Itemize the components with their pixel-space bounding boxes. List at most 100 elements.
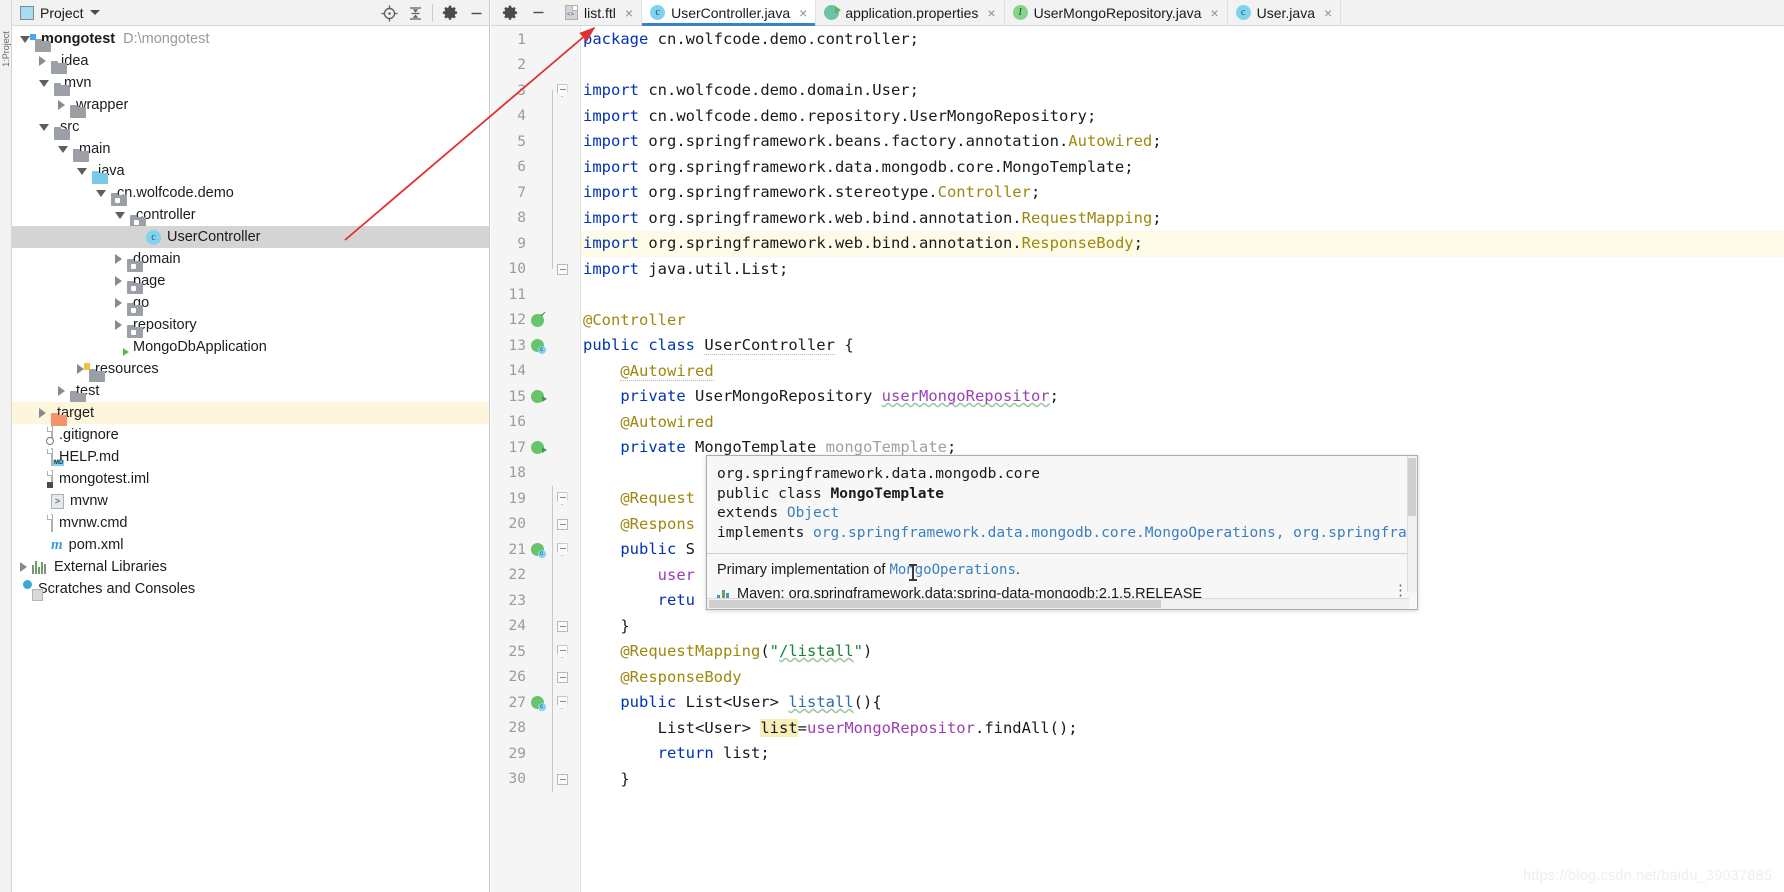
fold-region-start-icon[interactable] xyxy=(548,696,576,710)
gutter-line[interactable]: 13 xyxy=(490,333,580,359)
code-line-18[interactable] xyxy=(581,461,583,487)
gutter-line[interactable]: 28 xyxy=(490,716,580,742)
doc-vertical-scrollbar[interactable] xyxy=(1407,456,1417,592)
tree-item-test[interactable]: test xyxy=(12,380,489,402)
editor-tab-application-properties[interactable]: application.properties × xyxy=(816,0,1005,25)
gutter-line[interactable]: 14 xyxy=(490,359,580,385)
documentation-popup[interactable]: org.springframework.data.mongodb.core pu… xyxy=(706,455,1418,610)
editor-settings-gear-icon[interactable] xyxy=(497,0,523,26)
fold-region-end-icon[interactable] xyxy=(548,263,576,275)
tree-item-java[interactable]: java xyxy=(12,160,489,182)
doc-horizontal-scrollbar[interactable] xyxy=(707,598,1409,609)
code-line-12[interactable]: @Controller xyxy=(581,308,686,334)
code-line-25[interactable]: @RequestMapping("/listall") xyxy=(581,639,872,665)
code-line-21[interactable]: public S xyxy=(581,537,695,563)
code-line-8[interactable]: import org.springframework.web.bind.anno… xyxy=(581,206,1162,232)
gutter-line[interactable]: 17 xyxy=(490,435,580,461)
tree-item-controller[interactable]: controller xyxy=(12,204,489,226)
fold-region-start-icon[interactable] xyxy=(548,645,576,659)
spring-bean-check-icon[interactable] xyxy=(526,310,548,327)
editor-tab-usermongorepository-java[interactable]: I UserMongoRepository.java × xyxy=(1005,0,1228,25)
code-line-3[interactable]: import cn.wolfcode.demo.domain.User; xyxy=(581,78,919,104)
tree-item-scratches-and-consoles[interactable]: Scratches and Consoles xyxy=(12,578,489,601)
gutter-line[interactable]: 24 xyxy=(490,614,580,640)
gutter-line[interactable]: 22 xyxy=(490,563,580,589)
tree-twisty-open-icon[interactable] xyxy=(58,145,68,153)
tree-item-mongodbapplication[interactable]: MongoDbApplication xyxy=(12,336,489,358)
code-line-4[interactable]: import cn.wolfcode.demo.repository.UserM… xyxy=(581,104,1096,130)
tree-item-wrapper[interactable]: wrapper xyxy=(12,94,489,116)
tree-twisty-closed-icon[interactable] xyxy=(39,408,46,418)
gutter-line[interactable]: 26 xyxy=(490,665,580,691)
tree-twisty-closed-icon[interactable] xyxy=(20,562,27,572)
gutter-line[interactable]: 19 xyxy=(490,486,580,512)
tree-item--gitignore[interactable]: .gitignore xyxy=(12,424,489,446)
doc-vertical-scroll-thumb[interactable] xyxy=(1408,458,1416,516)
locate-icon[interactable] xyxy=(376,0,402,26)
gutter-line[interactable]: 27 xyxy=(490,690,580,716)
fold-region-end-icon[interactable] xyxy=(548,518,576,530)
code-line-29[interactable]: return list; xyxy=(581,741,770,767)
hide-panel-icon[interactable] xyxy=(463,0,489,26)
tree-twisty-closed-icon[interactable] xyxy=(115,320,122,330)
code-line-27[interactable]: public List<User> listall(){ xyxy=(581,690,881,716)
editor-tab-usercontroller-java[interactable]: c UserController.java × xyxy=(642,0,817,26)
tree-item-target[interactable]: target xyxy=(12,402,489,424)
tree-twisty-closed-icon[interactable] xyxy=(58,100,65,110)
gutter-line[interactable]: 10 xyxy=(490,257,580,283)
gutter-line[interactable]: 8 xyxy=(490,206,580,232)
tree-twisty-closed-icon[interactable] xyxy=(77,364,84,374)
tree-item-pom-xml[interactable]: m pom.xml xyxy=(12,534,489,556)
spring-bean-icon[interactable] xyxy=(526,543,548,559)
tree-twisty-open-icon[interactable] xyxy=(115,211,125,219)
tree-item-help-md[interactable]: MD HELP.md xyxy=(12,446,489,468)
gutter-line[interactable]: 25 xyxy=(490,639,580,665)
fold-region-start-icon[interactable] xyxy=(548,492,576,506)
editor-hide-panel-icon[interactable] xyxy=(525,0,551,26)
tree-twisty-closed-icon[interactable] xyxy=(115,298,122,308)
gutter-line[interactable]: 21 xyxy=(490,537,580,563)
settings-gear-icon[interactable] xyxy=(437,0,463,26)
code-line-1[interactable]: package cn.wolfcode.demo.controller; xyxy=(581,27,919,53)
tree-item-qo[interactable]: qo xyxy=(12,292,489,314)
editor-tab-list-ftl[interactable]: <> list.ftl × xyxy=(557,0,643,25)
code-line-11[interactable] xyxy=(581,282,583,308)
gutter-line[interactable]: 29 xyxy=(490,741,580,767)
tool-strip-project-label[interactable]: 1:Project xyxy=(1,29,11,69)
code-line-23[interactable]: retu xyxy=(581,588,695,614)
code-line-30[interactable]: } xyxy=(581,767,629,793)
code-line-16[interactable]: @Autowired xyxy=(581,410,713,436)
tree-item-src[interactable]: src xyxy=(12,116,489,138)
gutter-line[interactable]: 15 xyxy=(490,384,580,410)
tree-twisty-open-icon[interactable] xyxy=(96,189,106,197)
gutter-line[interactable]: 18 xyxy=(490,461,580,487)
code-line-9[interactable]: import org.springframework.web.bind.anno… xyxy=(581,231,1784,257)
gutter-line[interactable]: 1 xyxy=(490,27,580,53)
tree-twisty-open-icon[interactable] xyxy=(20,35,30,43)
gutter-line[interactable]: 16 xyxy=(490,410,580,436)
close-icon[interactable]: × xyxy=(1210,5,1218,21)
tree-twisty-closed-icon[interactable] xyxy=(115,254,122,264)
tree-twisty-closed-icon[interactable] xyxy=(115,276,122,286)
close-icon[interactable]: × xyxy=(987,5,995,21)
collapse-all-icon[interactable] xyxy=(402,0,428,26)
code-line-15[interactable]: private UserMongoRepository userMongoRep… xyxy=(581,384,1059,410)
close-icon[interactable]: × xyxy=(625,5,633,21)
gutter-line[interactable]: 7 xyxy=(490,180,580,206)
tree-twisty-closed-icon[interactable] xyxy=(39,56,46,66)
fold-region-end-icon[interactable] xyxy=(548,773,576,785)
code-line-6[interactable]: import org.springframework.data.mongodb.… xyxy=(581,155,1134,181)
chevron-down-icon[interactable] xyxy=(89,10,100,15)
fold-region-start-icon[interactable] xyxy=(548,84,576,98)
gutter-line[interactable]: 4 xyxy=(490,104,580,130)
tree-item-mvnw[interactable]: > mvnw xyxy=(12,490,489,512)
tree-item-main[interactable]: main xyxy=(12,138,489,160)
spring-autowired-icon[interactable] xyxy=(526,441,548,455)
left-tool-window-strip[interactable]: 1:Project xyxy=(0,0,12,892)
gutter-line[interactable]: 20 xyxy=(490,512,580,538)
code-line-19[interactable]: @Request xyxy=(581,486,695,512)
tree-twisty-closed-icon[interactable] xyxy=(58,386,65,396)
tree-twisty-open-icon[interactable] xyxy=(39,123,49,131)
gutter-line[interactable]: 30 xyxy=(490,767,580,793)
tree-item-repository[interactable]: repository xyxy=(12,314,489,336)
